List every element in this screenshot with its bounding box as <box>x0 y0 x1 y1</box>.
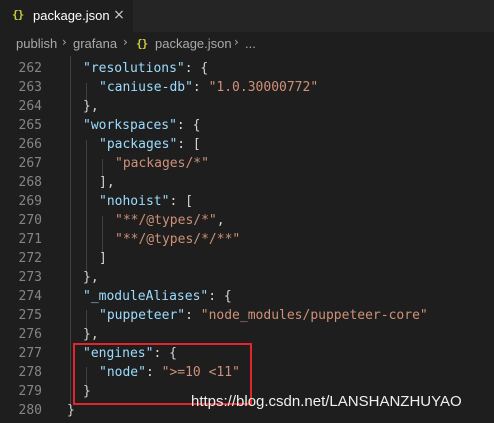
line-number: 275 <box>18 308 42 323</box>
code-line: "**/@types/*", <box>115 213 225 228</box>
json-key: "caniuse-db" <box>99 80 193 95</box>
line-number: 266 <box>18 137 42 152</box>
json-string: "packages/*" <box>115 156 209 171</box>
json-string: "1.0.30000772" <box>208 80 319 95</box>
code-line: }, <box>83 99 99 114</box>
chevron-right-icon: › <box>123 35 128 49</box>
json-key: "resolutions" <box>83 61 185 76</box>
line-number: 267 <box>18 156 42 171</box>
code-line: ], <box>99 175 115 190</box>
json-key: "nohoist" <box>99 194 170 209</box>
line-number: 271 <box>18 232 42 247</box>
line-number: 270 <box>18 213 42 228</box>
close-icon[interactable]: × <box>111 6 127 24</box>
line-number: 264 <box>18 99 42 114</box>
json-key: "_moduleAliases" <box>83 289 209 304</box>
json-file-icon: {} <box>12 8 24 21</box>
json-key: "puppeteer" <box>99 308 186 323</box>
watermark: https://blog.csdn.net/LANSHANZHUYAO <box>191 393 462 410</box>
line-number: 263 <box>18 80 42 95</box>
line-number: 269 <box>18 194 42 209</box>
line-number: 277 <box>18 346 42 361</box>
json-key: "workspaces" <box>83 118 177 133</box>
json-string: "node_modules/puppeteer-core" <box>200 308 428 323</box>
code-line: "packages": [ <box>99 137 201 152</box>
breadcrumb-item-grafana[interactable]: grafana <box>73 36 117 51</box>
tab-package-json[interactable]: {} package.json × <box>0 0 133 32</box>
indent-guide <box>86 140 87 272</box>
line-number: 276 <box>18 327 42 342</box>
code-line: "workspaces": { <box>83 118 201 133</box>
line-number: 280 <box>18 403 42 418</box>
breadcrumb-item-more[interactable]: ... <box>245 36 256 51</box>
line-number: 268 <box>18 175 42 190</box>
breadcrumb-item-publish[interactable]: publish <box>16 36 57 51</box>
line-number: 279 <box>18 384 42 399</box>
json-file-icon: {} <box>136 37 148 50</box>
indent-guide <box>70 56 71 408</box>
tab-bar: {} package.json × <box>0 0 494 32</box>
code-line: "caniuse-db": "1.0.30000772" <box>99 80 319 95</box>
line-number: 278 <box>18 365 42 380</box>
json-string: "**/@types/*/**" <box>115 232 241 247</box>
code-line: "resolutions": { <box>83 61 209 76</box>
code-line: "nohoist": [ <box>99 194 193 209</box>
line-number: 265 <box>18 118 42 133</box>
code-line: }, <box>83 327 99 342</box>
code-line: ] <box>99 251 107 266</box>
breadcrumb: publish › grafana › {} package.json › ..… <box>0 32 494 56</box>
line-number: 272 <box>18 251 42 266</box>
line-number: 274 <box>18 289 42 304</box>
breadcrumb-item-package-json[interactable]: package.json <box>155 36 232 51</box>
code-line: "_moduleAliases": { <box>83 289 232 304</box>
code-line: "puppeteer": "node_modules/puppeteer-cor… <box>99 308 428 323</box>
json-key: "packages" <box>99 137 178 152</box>
line-number: 262 <box>18 61 42 76</box>
code-line: "**/@types/*/**" <box>115 230 240 249</box>
line-number: 273 <box>18 270 42 285</box>
chevron-right-icon: › <box>62 35 67 49</box>
tab-label: package.json <box>33 8 110 23</box>
code-line: "packages/*" <box>115 154 209 173</box>
chevron-right-icon: › <box>234 35 239 49</box>
json-string: "**/@types/*" <box>115 213 217 228</box>
code-line: }, <box>83 270 99 285</box>
